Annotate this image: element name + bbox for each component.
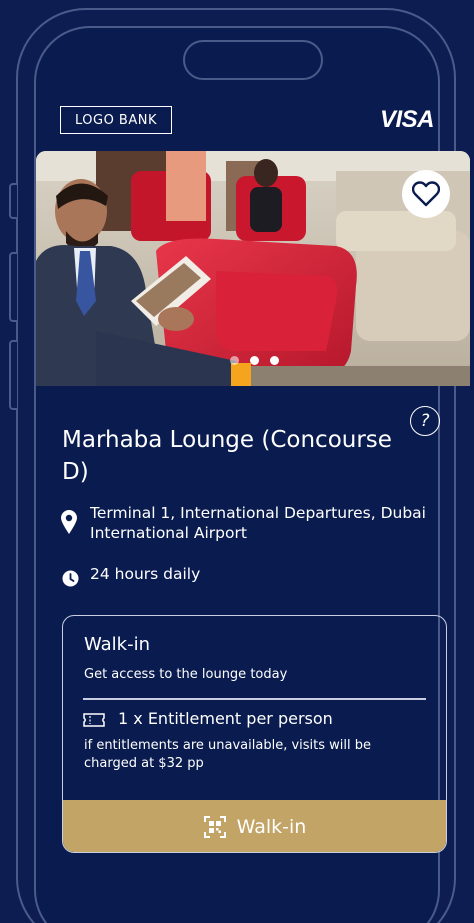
- help-button[interactable]: ?: [410, 406, 440, 436]
- ticket-icon: [83, 713, 105, 727]
- walkin-button[interactable]: Walk-in: [63, 800, 446, 852]
- phone-side-button-volume-up: [9, 252, 17, 322]
- favorite-button[interactable]: [402, 170, 450, 218]
- lounge-name: Marhaba Lounge (Concourse D): [62, 427, 392, 485]
- walkin-button-label: Walk-in: [236, 816, 307, 838]
- phone-side-button-volume-down: [9, 340, 17, 410]
- carousel-dot[interactable]: [230, 356, 239, 365]
- carousel-dot-active[interactable]: [250, 356, 259, 365]
- phone-notch: [183, 40, 323, 80]
- clock-icon: [62, 570, 79, 587]
- phone-side-button-mute: [9, 183, 17, 219]
- entitlement-note: if entitlements are unavailable, visits …: [84, 738, 371, 771]
- carousel-dot[interactable]: [270, 356, 279, 365]
- entitlement-text: 1 x Entitlement per person: [118, 709, 333, 728]
- bank-logo: LOGO BANK: [60, 106, 172, 134]
- visa-logo: VISA: [380, 106, 435, 133]
- card-divider: [83, 698, 426, 700]
- heart-outline-icon: [412, 181, 440, 207]
- walkin-card: Walk-in Get access to the lounge today 1…: [62, 615, 447, 853]
- location-pin-icon: [61, 510, 77, 534]
- lounge-location: Terminal 1, International Departures, Du…: [90, 504, 426, 542]
- lounge-hours: 24 hours daily: [90, 565, 201, 583]
- carousel-indicator: [230, 356, 279, 365]
- walkin-card-subtitle: Get access to the lounge today: [84, 667, 288, 682]
- app-screen: LOGO BANK VISA ? Marhaba Lounge (Concour…: [0, 0, 474, 923]
- walkin-card-title: Walk-in: [84, 634, 151, 655]
- qr-scan-icon: [203, 816, 226, 838]
